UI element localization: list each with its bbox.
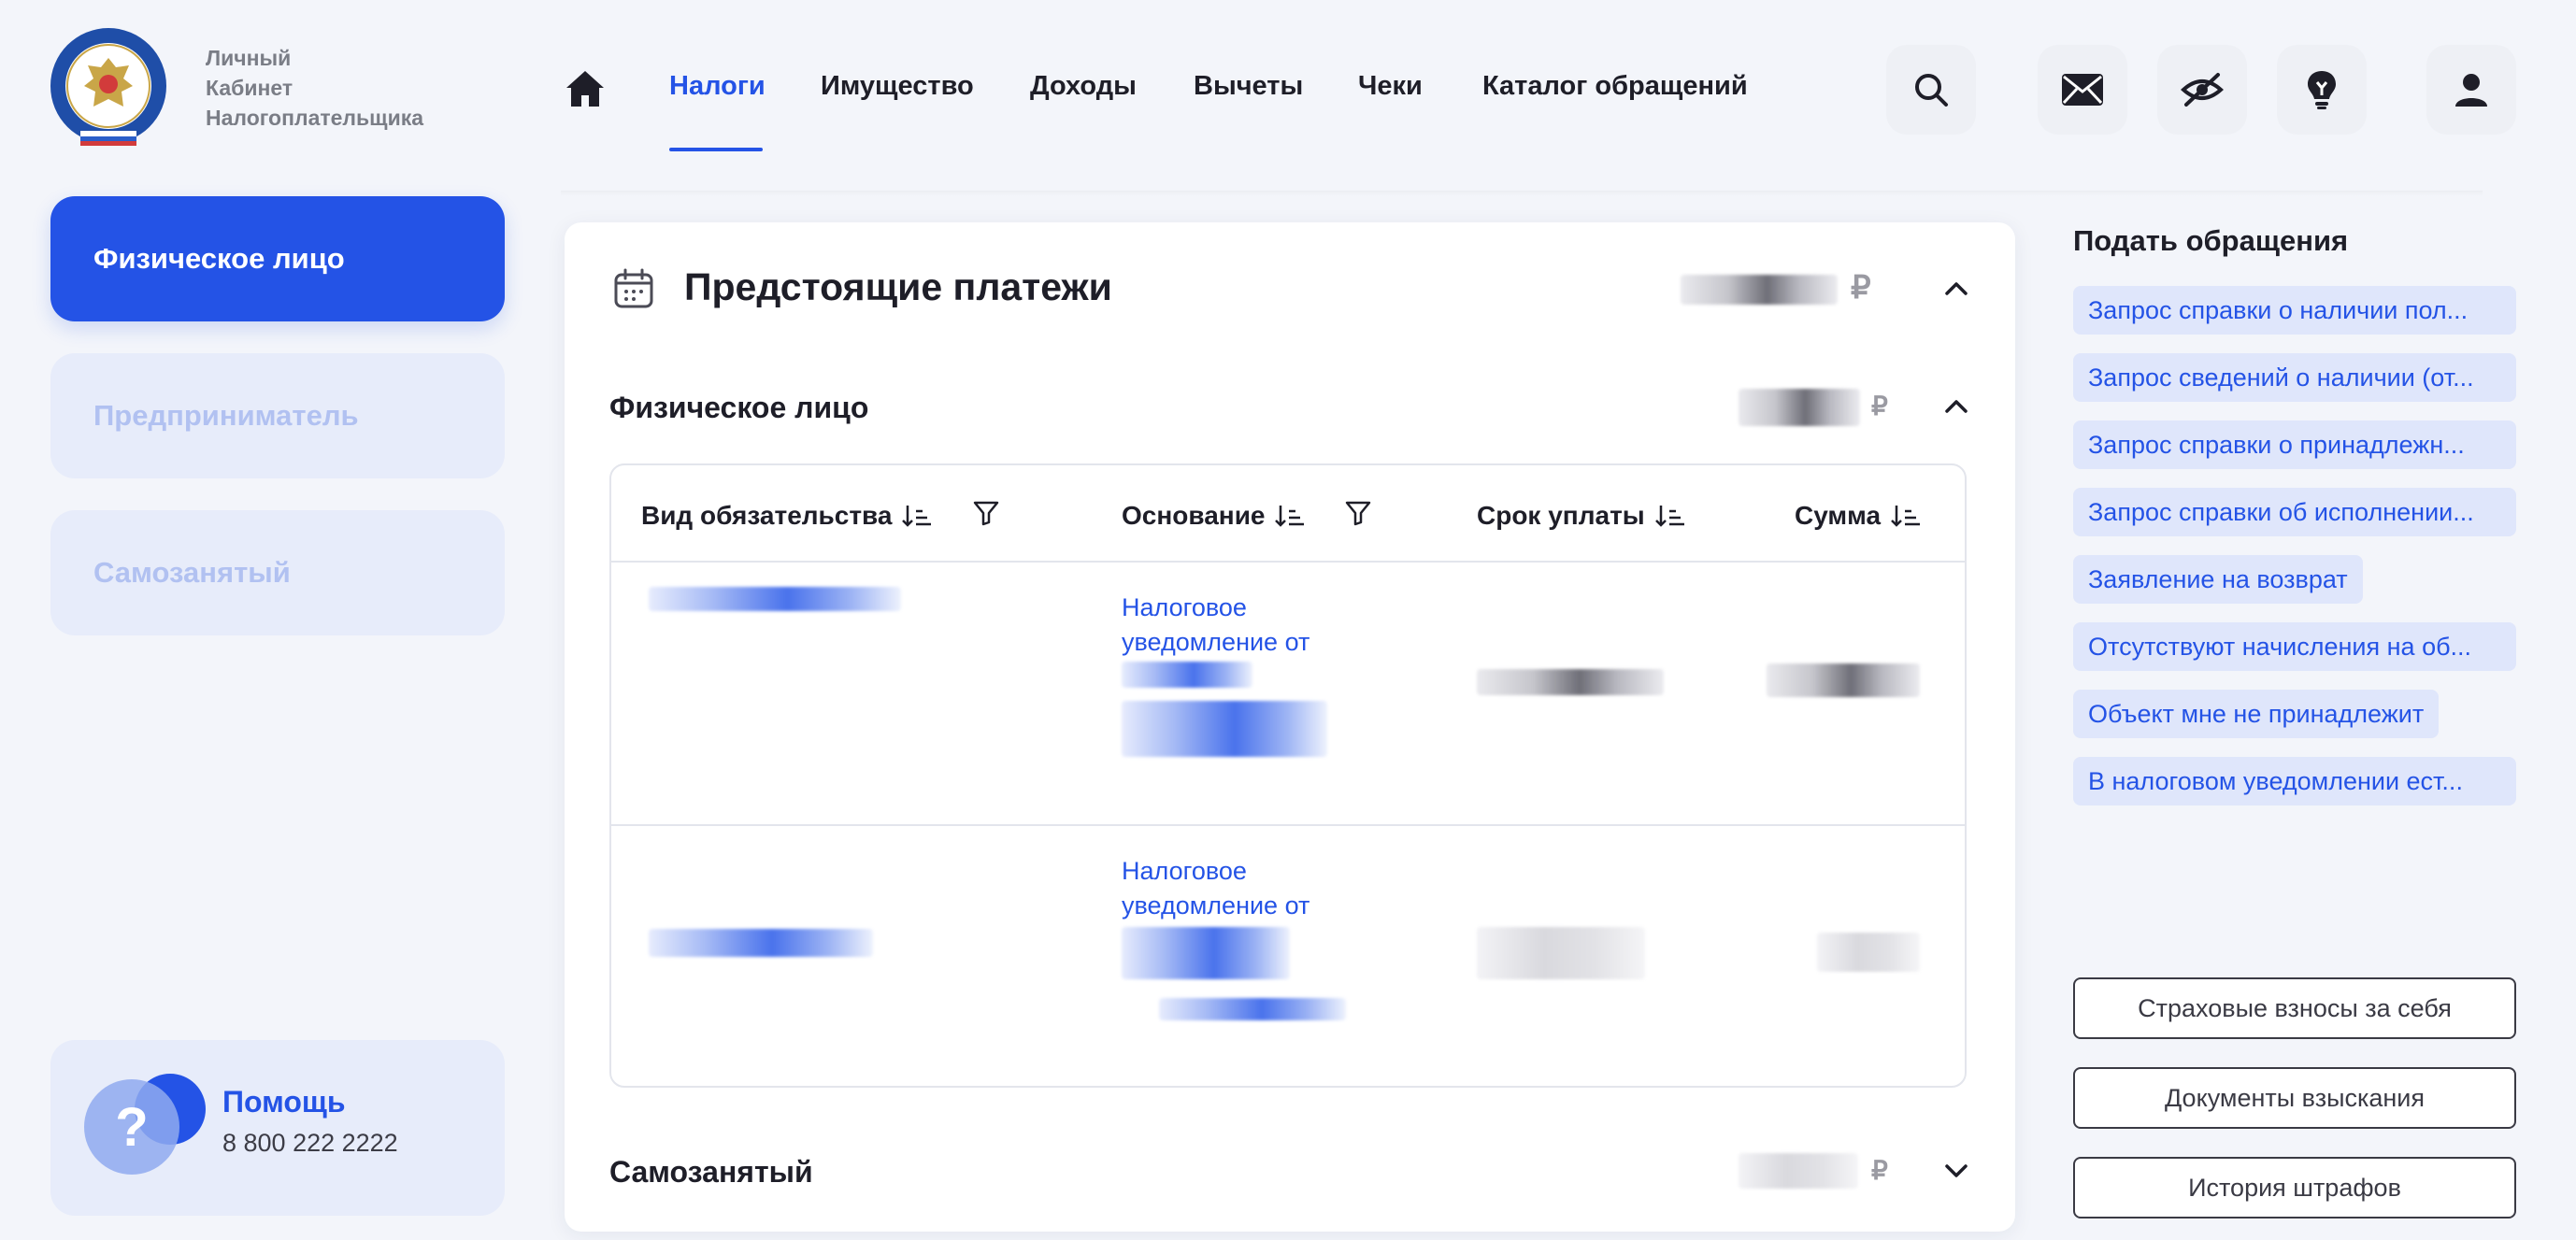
obligation-hidden (649, 587, 901, 611)
chevron-down-icon[interactable] (1942, 1157, 1970, 1185)
request-link[interactable]: Запрос сведений о наличии (от... (2073, 353, 2516, 402)
request-link[interactable]: Запрос справки об исполнении... (2073, 488, 2516, 536)
basis-details-hidden (1122, 927, 1290, 979)
basis-details-hidden (1122, 662, 1252, 688)
lightbulb-icon (2308, 71, 2336, 109)
nav-taxes[interactable]: Налоги (669, 71, 766, 102)
column-header-due-date: Срок уплаты (1477, 501, 1686, 531)
help-phone: 8 800 222 2222 (222, 1129, 398, 1157)
logo-title: Личный Кабинет Налогоплательщика (206, 43, 423, 133)
filter-icon[interactable] (972, 499, 1000, 527)
section-title-self-employed: Самозанятый (609, 1155, 813, 1189)
column-header-basis: Основание (1122, 501, 1306, 531)
logo-title-line: Налогоплательщика (206, 106, 424, 130)
tab-self-employed[interactable]: Самозанятый (50, 510, 505, 635)
user-icon (2455, 74, 2487, 107)
request-link[interactable]: В налоговом уведомлении ест... (2073, 757, 2516, 805)
nav-request-catalog[interactable]: Каталог обращений (1482, 71, 1748, 102)
chevron-up-icon[interactable] (1942, 275, 1970, 303)
request-link[interactable]: Запрос справки о наличии пол... (2073, 286, 2516, 335)
search-button[interactable] (1886, 45, 1976, 135)
basis-link[interactable]: Налоговое уведомление от (1122, 591, 1365, 660)
help-title: Помощь (222, 1085, 346, 1119)
request-link[interactable]: Заявление на возврат (2073, 555, 2363, 604)
currency-sign: ₽ (1851, 270, 1871, 306)
hide-amounts-button[interactable] (2157, 45, 2247, 135)
payments-table: Вид обязательства Основание Срок уплаты … (609, 463, 1967, 1088)
nav-income[interactable]: Доходы (1030, 71, 1137, 102)
question-icon: ? (84, 1079, 179, 1175)
upcoming-payments-card: Предстоящие платежи ₽ Физическое лицо ₽ … (565, 222, 2015, 1232)
request-link[interactable]: Объект мне не принадлежит (2073, 690, 2440, 738)
help-card[interactable]: ? Помощь 8 800 222 2222 (50, 1040, 505, 1216)
tips-button[interactable] (2277, 45, 2367, 135)
due-date-hidden (1477, 669, 1664, 695)
amount-hidden (1817, 933, 1920, 972)
nav-active-underline (669, 148, 763, 151)
amount-hidden (1767, 663, 1920, 697)
request-link[interactable]: Запрос справки о принадлежн... (2073, 420, 2516, 469)
section-amount-hidden (1739, 1153, 1858, 1189)
logo-title-line: Кабинет (206, 76, 293, 100)
column-header-label: Сумма (1795, 501, 1882, 530)
profile-button[interactable] (2426, 45, 2516, 135)
messages-button[interactable] (2038, 45, 2127, 135)
nav-property[interactable]: Имущество (821, 71, 974, 102)
nav-deductions[interactable]: Вычеты (1194, 71, 1303, 102)
search-icon (1915, 74, 1948, 107)
sort-icon[interactable] (1274, 503, 1306, 529)
request-link[interactable]: Отсутствуют начисления на об... (2073, 622, 2516, 671)
basis-link[interactable]: Налоговое уведомление от (1122, 854, 1365, 923)
requests-title: Подать обращения (2073, 224, 2349, 257)
insurance-contributions-button[interactable]: Страховые взносы за себя (2073, 977, 2516, 1039)
currency-sign: ₽ (1871, 392, 1888, 420)
chevron-up-icon[interactable] (1942, 392, 1970, 420)
logo-title-line: Личный (206, 46, 292, 70)
section-amount-hidden (1739, 389, 1860, 426)
currency-sign: ₽ (1871, 1156, 1888, 1185)
column-header-obligation: Вид обязательства (641, 501, 933, 531)
tab-entrepreneur[interactable]: Предприниматель (50, 353, 505, 478)
obligation-hidden (649, 929, 873, 957)
table-divider (611, 561, 1965, 563)
fns-emblem-logo[interactable] (49, 26, 168, 146)
column-header-label: Срок уплаты (1477, 501, 1645, 530)
basis-details-hidden (1122, 701, 1327, 757)
section-title-individual: Физическое лицо (609, 391, 869, 424)
sort-icon[interactable] (1654, 503, 1686, 529)
collection-documents-button[interactable]: Документы взыскания (2073, 1067, 2516, 1129)
due-date-hidden (1477, 927, 1645, 979)
total-amount-hidden (1681, 275, 1838, 305)
column-header-label: Основание (1122, 501, 1266, 530)
filter-icon[interactable] (1344, 499, 1372, 527)
card-title: Предстоящие платежи (684, 265, 1112, 308)
mail-icon (2062, 74, 2103, 106)
nav-receipts[interactable]: Чеки (1358, 71, 1423, 102)
column-header-amount: Сумма (1795, 501, 1922, 531)
sort-icon[interactable] (901, 503, 933, 529)
table-divider (611, 824, 1965, 826)
page: Личный Кабинет Налогоплательщика Налоги … (0, 0, 2576, 1240)
calendar-icon (614, 268, 653, 308)
tab-individual[interactable]: Физическое лицо (50, 196, 505, 321)
home-icon[interactable] (565, 69, 606, 108)
sort-icon[interactable] (1890, 503, 1922, 529)
basis-details-hidden (1159, 998, 1346, 1020)
header-divider (561, 191, 2483, 196)
fines-history-button[interactable]: История штрафов (2073, 1157, 2516, 1219)
eye-off-icon (2181, 73, 2224, 107)
column-header-label: Вид обязательства (641, 501, 893, 530)
